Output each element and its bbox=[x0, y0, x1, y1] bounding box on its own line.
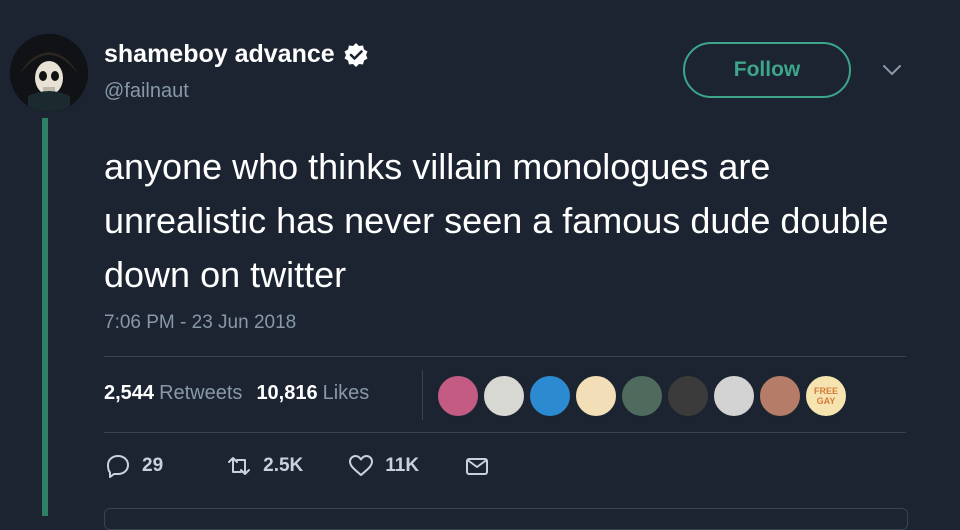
heart-icon bbox=[349, 455, 374, 476]
likes-label: Likes bbox=[322, 382, 370, 404]
liker-avatar[interactable]: FREE GAY bbox=[804, 374, 848, 418]
stats-separator bbox=[422, 370, 423, 420]
verified-badge-icon bbox=[344, 42, 368, 67]
retweets-stat[interactable]: 2,544 Retweets bbox=[104, 382, 242, 405]
chevron-down-icon[interactable] bbox=[880, 60, 904, 80]
liker-avatar[interactable] bbox=[528, 374, 572, 418]
likes-stat[interactable]: 10,816 Likes bbox=[256, 382, 369, 405]
display-name[interactable]: shameboy advance bbox=[104, 40, 369, 69]
liker-avatar[interactable] bbox=[436, 374, 480, 418]
divider-bottom bbox=[104, 432, 906, 433]
divider-top bbox=[104, 356, 906, 357]
likers-avatars: FREE GAY bbox=[436, 374, 848, 418]
envelope-icon bbox=[466, 458, 489, 475]
avatar[interactable] bbox=[10, 34, 88, 112]
liker-avatar[interactable] bbox=[620, 374, 664, 418]
skull-avatar-icon bbox=[10, 34, 88, 112]
thread-line bbox=[42, 118, 48, 516]
like-count: 11K bbox=[385, 455, 420, 476]
like-button[interactable]: 11K bbox=[347, 452, 419, 480]
follow-button[interactable]: Follow bbox=[683, 42, 851, 98]
reply-icon bbox=[107, 455, 129, 478]
retweets-count: 2,544 bbox=[104, 382, 155, 404]
engagement-stats: 2,544 Retweets 10,816 Likes bbox=[104, 382, 369, 405]
reply-button[interactable]: 29 bbox=[104, 452, 163, 480]
reply-box[interactable] bbox=[104, 508, 908, 530]
liker-avatar-text: FREE GAY bbox=[813, 386, 838, 406]
retweets-label: Retweets bbox=[159, 382, 243, 404]
liker-avatar[interactable] bbox=[758, 374, 802, 418]
liker-avatar[interactable] bbox=[574, 374, 618, 418]
liker-avatar[interactable] bbox=[712, 374, 756, 418]
retweet-icon bbox=[228, 457, 251, 475]
user-handle[interactable]: @failnaut bbox=[104, 80, 189, 103]
retweet-count: 2.5K bbox=[263, 455, 304, 476]
liker-avatar[interactable] bbox=[482, 374, 526, 418]
tweet-text: anyone who thinks villain monologues are… bbox=[104, 146, 889, 295]
tweet-actions: 29 2.5K 11K bbox=[104, 452, 491, 480]
message-button[interactable] bbox=[463, 452, 491, 480]
reply-count: 29 bbox=[142, 455, 164, 476]
liker-avatar[interactable] bbox=[666, 374, 710, 418]
display-name-text: shameboy advance bbox=[104, 40, 335, 68]
likes-count: 10,816 bbox=[256, 382, 318, 404]
tweet-timestamp[interactable]: 7:06 PM - 23 Jun 2018 bbox=[104, 312, 296, 334]
retweet-button[interactable]: 2.5K bbox=[225, 452, 303, 480]
